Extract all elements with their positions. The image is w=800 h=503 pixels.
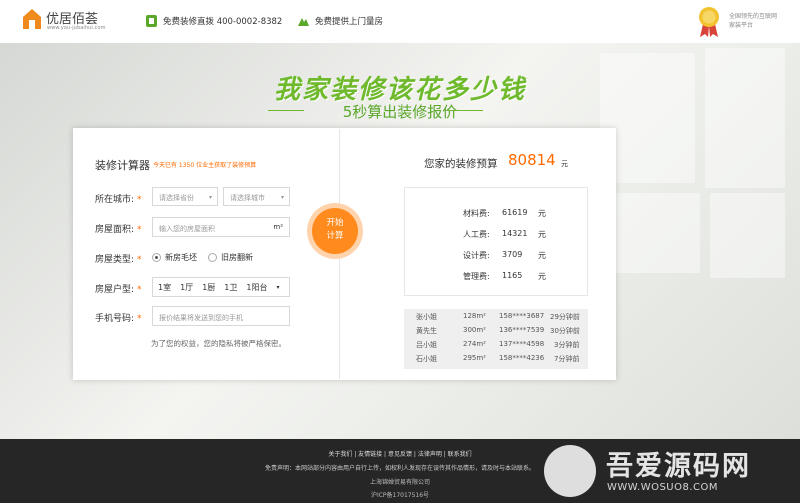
layout-label: 房屋户型: * — [95, 285, 142, 295]
medal-icon — [699, 7, 719, 37]
privacy-note: 为了您的权益，您的隐私将被严格保密。 — [151, 339, 286, 348]
type-radio-renovate[interactable]: 旧房翻新 — [208, 252, 253, 263]
city-select[interactable]: 请选择城市 ▾ — [223, 187, 290, 206]
radio-empty-icon — [208, 253, 217, 262]
start-calculate-button[interactable]: 开始 计算 — [312, 208, 358, 254]
hotline-text: 免费装修直拨 400-0002-8382 — [163, 17, 283, 27]
onsite-item: 免费提供上门量房 — [298, 15, 383, 27]
feed-row: 张小姐 128m² 158****3687 29分钟前 — [416, 312, 580, 321]
owner-count-text: 今天已有 1350 位业主获取了装修预算 — [153, 162, 257, 169]
area-input[interactable]: 输入您的房屋面积 m² — [152, 217, 290, 237]
chevron-down-icon: ▾ — [280, 194, 284, 201]
onsite-text: 免费提供上门量房 — [315, 17, 384, 27]
phone-input[interactable]: 报价结果将发送到您的手机 — [152, 306, 290, 326]
phone-label: 手机号码: * — [95, 314, 142, 324]
area-unit: m² — [273, 223, 283, 231]
layout-balcony[interactable]: 1阳台 — [246, 282, 267, 293]
feed-row: 吕小姐 274m² 137****4598 3分钟前 — [416, 340, 580, 349]
calculator-title: 装修计算器 — [95, 159, 150, 172]
mountain-icon — [298, 18, 309, 26]
logo-url: www.you-jubaihui.com — [47, 25, 106, 31]
feed-row: 石小姐 295m² 158****4236 7分钟前 — [416, 354, 580, 363]
province-select[interactable]: 请选择省份 ▾ — [152, 187, 218, 206]
house-logo-icon[interactable] — [22, 8, 42, 30]
recent-quotes-feed: 张小姐 128m² 158****3687 29分钟前 黄先生 300m² 136****… — [404, 309, 588, 369]
layout-kitchen[interactable]: 1厨 — [202, 282, 215, 293]
watermark-url: WWW.WOSUO8.COM — [607, 482, 719, 493]
city-label: 所在城市: * — [95, 195, 142, 205]
chevron-down-icon: ▾ — [276, 283, 280, 291]
layout-hall[interactable]: 1厅 — [180, 282, 193, 293]
layout-room[interactable]: 1室 — [158, 282, 171, 293]
watermark-text: 吾爱源码网 — [606, 451, 751, 482]
hero-subline: 5秒算出装修报价 — [342, 103, 458, 121]
phone-icon — [146, 15, 157, 27]
type-label: 房屋类型: * — [95, 255, 142, 265]
cost-breakdown: 材料费: 61619 元 人工费: 14321 元 设计费: 3709 元 管理费: 1165… — [404, 187, 588, 296]
area-label: 房屋面积: * — [95, 225, 142, 235]
layout-select[interactable]: 1室 1厅 1厨 1卫 1阳台 ▾ — [152, 277, 290, 297]
budget-unit: 元 — [561, 160, 568, 168]
hotline-item: 免费装修直拨 400-0002-8382 — [146, 15, 282, 27]
header-slogan: 全国领先的互联网家装平台 — [729, 13, 778, 29]
start-line1: 开始 — [326, 218, 344, 228]
budget-label: 您家的装修预算 — [424, 158, 498, 170]
subline-right-rule — [447, 110, 483, 111]
layout-bath[interactable]: 1卫 — [224, 282, 237, 293]
type-radio-new[interactable]: 新房毛坯 — [152, 252, 197, 263]
start-line2: 计算 — [326, 231, 344, 241]
radio-checked-icon — [152, 253, 161, 262]
site-header: 优居佰荟 www.you-jubaihui.com 免费装修直拨 400-000… — [0, 0, 800, 43]
chevron-down-icon: ▾ — [208, 194, 212, 201]
feed-row: 黄先生 300m² 136****7539 30分钟前 — [416, 326, 580, 335]
watermark-logo-icon — [544, 445, 596, 497]
budget-value: 80814 — [508, 151, 556, 169]
